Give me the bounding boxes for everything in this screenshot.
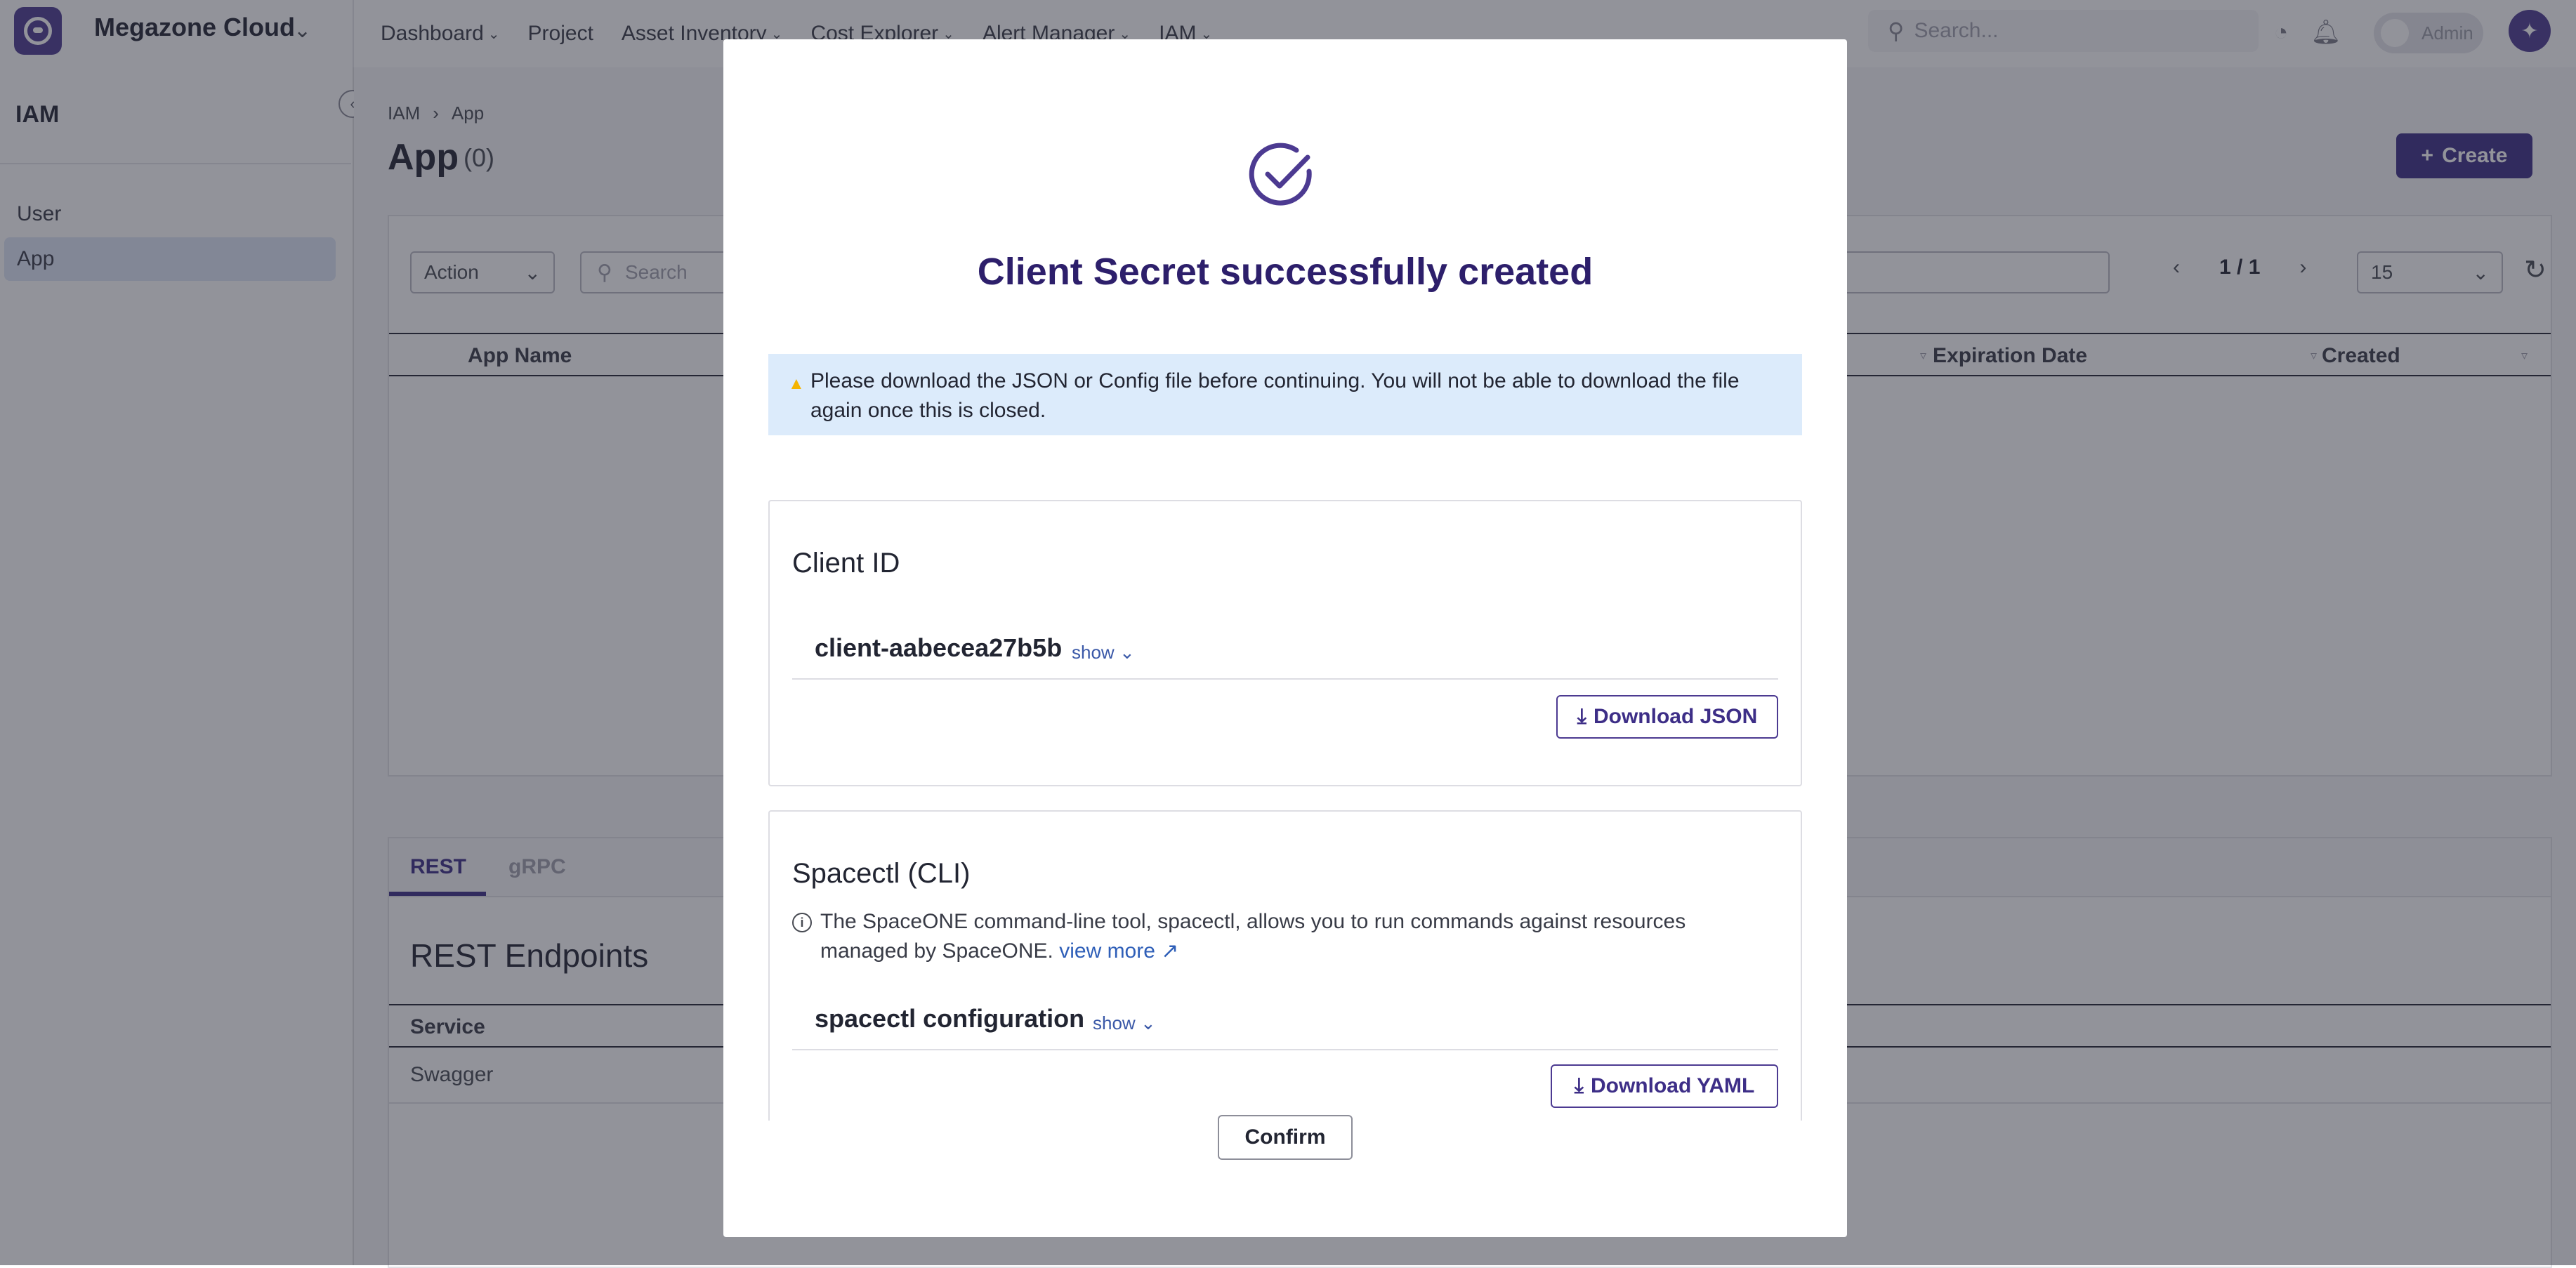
section-title: Spacectl (CLI) xyxy=(792,858,971,889)
check-circle-icon xyxy=(1249,143,1312,206)
client-secret-modal: Client Secret successfully created ▲ Ple… xyxy=(723,39,1847,1237)
modal-title: Client Secret successfully created xyxy=(977,251,1593,293)
confirm-button[interactable]: Confirm xyxy=(1218,1115,1353,1160)
info-circle-icon: i xyxy=(792,913,812,932)
modal-scroll-area[interactable]: Client ID client-aabecea27b5b show ⌄ ⤓ D… xyxy=(768,458,1802,1121)
download-yaml-button[interactable]: ⤓ Download YAML xyxy=(1551,1064,1778,1108)
download-warning-alert: ▲ Please download the JSON or Config fil… xyxy=(768,354,1802,435)
spacectl-section: Spacectl (CLI) i The SpaceONE command-li… xyxy=(768,810,1802,1121)
show-toggle[interactable]: show ⌄ xyxy=(1072,642,1135,663)
download-yaml-label: Download YAML xyxy=(1590,1074,1755,1097)
view-more-link[interactable]: view more ↗ xyxy=(1059,939,1178,963)
app-root: Megazone Cloud ⌄ Dashboard⌄ Project Asse… xyxy=(0,0,2576,1268)
spacectl-config-label: spacectl configuration xyxy=(815,1004,1085,1033)
view-more-label: view more xyxy=(1059,939,1155,963)
client-id-value: client-aabecea27b5b xyxy=(815,633,1063,662)
spacectl-info: i The SpaceONE command-line tool, spacec… xyxy=(792,907,1775,966)
show-label: show xyxy=(1093,1012,1136,1033)
download-json-label: Download JSON xyxy=(1593,705,1758,728)
confirm-label: Confirm xyxy=(1244,1125,1326,1149)
client-id-row: client-aabecea27b5b show ⌄ xyxy=(792,623,1778,680)
chevron-down-icon: ⌄ xyxy=(1119,642,1135,663)
show-label: show xyxy=(1072,642,1115,663)
download-icon: ⤓ xyxy=(1574,1074,1584,1097)
spacectl-config-row: spacectl configuration show ⌄ xyxy=(792,994,1778,1050)
show-toggle[interactable]: show ⌄ xyxy=(1093,1012,1156,1034)
info-text: The SpaceONE command-line tool, spacectl… xyxy=(820,910,1686,963)
chevron-down-icon: ⌄ xyxy=(1140,1012,1156,1033)
download-json-button[interactable]: ⤓ Download JSON xyxy=(1556,695,1778,739)
section-title: Client ID xyxy=(792,548,900,579)
warning-triangle-icon: ▲ xyxy=(788,374,805,393)
alert-text: Please download the JSON or Config file … xyxy=(810,369,1740,422)
external-link-icon: ↗ xyxy=(1161,939,1179,963)
client-id-section: Client ID client-aabecea27b5b show ⌄ ⤓ D… xyxy=(768,500,1802,786)
download-icon: ⤓ xyxy=(1577,705,1586,728)
